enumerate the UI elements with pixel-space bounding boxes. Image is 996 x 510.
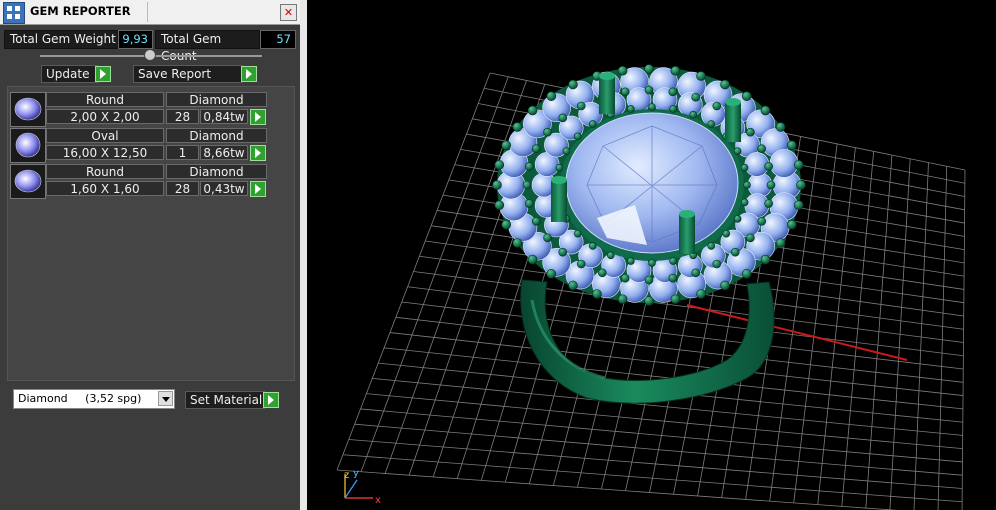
update-go-icon[interactable] (95, 66, 111, 82)
material-select[interactable]: Diamond (3,52 spg) (13, 389, 175, 409)
gem-row-go-icon[interactable] (250, 181, 266, 197)
gem-size: 1,60 X 1,60 (46, 181, 164, 196)
update-button[interactable]: Update (41, 65, 99, 83)
title-separator (147, 2, 148, 22)
axis-gizmo: x z y (344, 468, 381, 506)
gem-reporter-icon (3, 2, 25, 24)
gem-row[interactable]: Round Diamond 1,60 X 1,60 28 0,43tw (10, 164, 268, 199)
gem-shape: Oval (46, 128, 164, 143)
close-icon[interactable]: ✕ (280, 4, 297, 21)
gem-row[interactable]: Oval Diamond 16,00 X 12,50 1 8,66tw (10, 128, 268, 163)
gem-shape: Round (46, 164, 164, 179)
round-gem-icon (14, 97, 42, 121)
chevron-down-icon[interactable] (158, 391, 173, 406)
total-gem-count-label: Total Gem Count (155, 30, 260, 63)
gem-material: Diamond (166, 164, 267, 179)
ring-model[interactable] (492, 64, 806, 404)
save-report-button[interactable]: Save Report (133, 65, 243, 83)
save-report-go-icon[interactable] (241, 66, 257, 82)
axis-z-label: z (344, 470, 349, 481)
gem-material: Diamond (166, 128, 267, 143)
slider-handle[interactable] (144, 49, 156, 61)
gem-shape: Round (46, 92, 164, 107)
gem-weight: 0,84tw (200, 109, 248, 124)
gem-count: 1 (166, 145, 199, 160)
gem-row-go-icon[interactable] (250, 145, 266, 161)
gem-weight: 0,43tw (200, 181, 248, 196)
total-gem-count-value: 57 (260, 30, 296, 49)
oval-gem-icon (15, 132, 41, 158)
panel-divider[interactable] (300, 0, 307, 510)
set-material-button[interactable]: Set Material (185, 391, 265, 409)
gem-reporter-panel: GEM REPORTER ✕ Total Gem Weight 9,93 Tot… (0, 0, 300, 510)
set-material-go-icon[interactable] (263, 392, 279, 408)
gem-count: 28 (166, 109, 199, 124)
gem-row[interactable]: Round Diamond 2,00 X 2,00 28 0,84tw (10, 92, 268, 127)
material-select-value: Diamond (3,52 spg) (18, 392, 142, 405)
title-bar: GEM REPORTER ✕ (0, 0, 300, 25)
window-title: GEM REPORTER (30, 4, 131, 18)
axis-x-label: x (375, 495, 381, 506)
gem-weight: 8,66tw (200, 145, 248, 160)
3d-viewport[interactable]: x z y (307, 0, 996, 510)
total-gem-weight-label: Total Gem Weight (4, 30, 119, 49)
gem-row-go-icon[interactable] (250, 109, 266, 125)
ring-3d-scene[interactable]: x z y (307, 0, 996, 510)
gem-size: 2,00 X 2,00 (46, 109, 164, 124)
gem-thumbnail (10, 92, 46, 127)
axis-y-label: y (353, 468, 359, 479)
gem-material: Diamond (166, 92, 267, 107)
total-gem-weight-value: 9,93 (118, 30, 153, 49)
gem-count: 28 (166, 181, 199, 196)
round-gem-icon (14, 169, 42, 193)
gem-thumbnail (10, 164, 46, 199)
x-axis-line (686, 304, 908, 361)
gem-size: 16,00 X 12,50 (46, 145, 164, 160)
gem-thumbnail (10, 128, 46, 163)
